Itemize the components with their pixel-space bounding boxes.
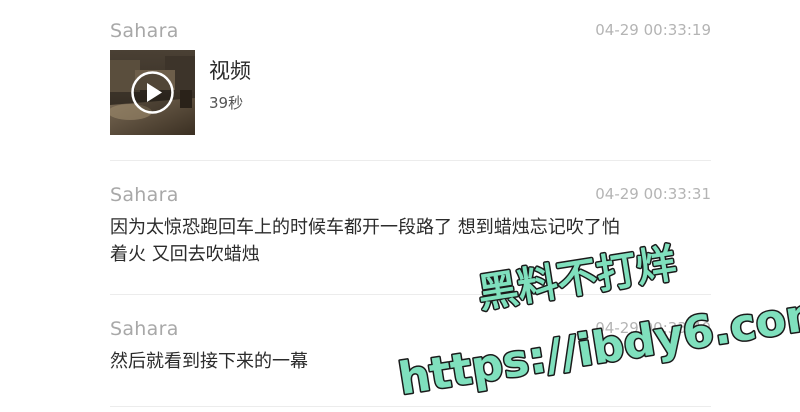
play-icon[interactable] — [110, 50, 195, 135]
message-text: 然后就看到接下来的一幕 — [110, 348, 711, 375]
message-timestamp: 04-29 00:33:40 — [595, 319, 711, 337]
message-item: Sahara 04-29 00:33:40 然后就看到接下来的一幕 — [110, 318, 711, 388]
divider — [110, 406, 711, 407]
message-text-line: 着火 又回去吹蜡烛 — [110, 244, 260, 265]
video-thumbnail[interactable] — [110, 50, 195, 135]
message-item: Sahara 04-29 00:33:31 因为太惊恐跑回车上的时候车都开一段路… — [110, 184, 711, 284]
message-item: Sahara 04-29 00:33:19 视频 39秒 — [110, 20, 711, 140]
sender-name: Sahara — [110, 184, 179, 206]
message-timestamp: 04-29 00:33:31 — [595, 185, 711, 203]
message-text-line: 然后就看到接下来的一幕 — [110, 351, 308, 372]
video-title: 视频 — [209, 59, 251, 83]
chat-history: Sahara 04-29 00:33:19 视频 39秒 Sahara 04-2… — [0, 0, 800, 412]
divider — [110, 160, 711, 161]
message-timestamp: 04-29 00:33:19 — [595, 21, 711, 39]
divider — [110, 294, 711, 295]
sender-name: Sahara — [110, 20, 179, 42]
sender-name: Sahara — [110, 318, 179, 340]
video-duration: 39秒 — [209, 94, 244, 112]
message-text: 因为太惊恐跑回车上的时候车都开一段路了 想到蜡烛忘记吹了怕 着火 又回去吹蜡烛 — [110, 214, 711, 268]
message-text-line: 因为太惊恐跑回车上的时候车都开一段路了 想到蜡烛忘记吹了怕 — [110, 217, 620, 238]
